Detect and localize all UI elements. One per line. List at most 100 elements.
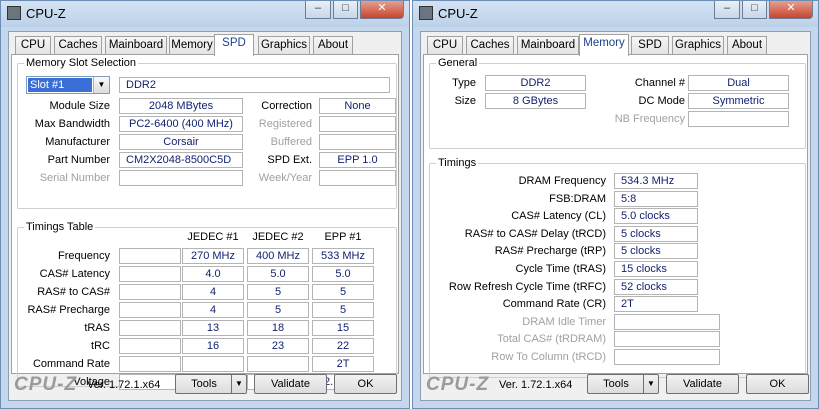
ok-button[interactable]: OK — [746, 374, 809, 394]
cpuz-app-icon — [419, 6, 433, 20]
timing-row-label: CAS# Latency — [39, 268, 110, 280]
timing-value: 52 clocks — [614, 278, 698, 295]
timing-unused-cell — [119, 338, 181, 354]
tab-cpu[interactable]: CPU — [15, 36, 51, 55]
tab-spd[interactable]: SPD — [214, 34, 254, 56]
timing-row-label: tRAS — [84, 322, 110, 334]
timing-row-label: Command Rate (CR) — [502, 298, 606, 311]
column-header: JEDEC #2 — [252, 231, 304, 243]
timing-value: 5:8 — [614, 190, 698, 207]
nb-frequency-label: NB Frequency — [614, 113, 685, 125]
timing-unused-cell — [119, 284, 181, 300]
timing-row-label: Cycle Time (tRAS) — [515, 263, 606, 275]
timing-row-label: Command Rate — [32, 358, 110, 370]
max-bandwidth-label: Max Bandwidth — [34, 118, 110, 130]
timing-cell: 5.0 — [312, 266, 374, 282]
timing-cell: 5 — [312, 284, 374, 300]
timing-row-label: DRAM Idle Timer — [522, 315, 606, 328]
timing-cell: 270 MHz — [182, 248, 244, 264]
part-number-value: CM2X2048-8500C5D — [119, 152, 243, 168]
registered-value — [319, 116, 396, 132]
minimize-button[interactable]: – — [714, 1, 740, 19]
size-value: 8 GBytes — [485, 93, 586, 109]
maximize-button[interactable]: □ — [333, 1, 358, 19]
timing-unused-cell — [119, 320, 181, 336]
tab-caches[interactable]: Caches — [54, 36, 102, 55]
tab-about[interactable]: About — [313, 36, 353, 55]
week-year-label: Week/Year — [258, 172, 312, 184]
minimize-button[interactable]: – — [305, 1, 331, 19]
module-size-value: 2048 MBytes — [119, 98, 243, 114]
chevron-down-icon[interactable]: ▼ — [643, 375, 658, 393]
correction-label: Correction — [261, 100, 312, 112]
channel-label: Channel # — [634, 77, 685, 89]
tab-caches[interactable]: Caches — [466, 36, 514, 55]
tab-cpu[interactable]: CPU — [427, 36, 463, 55]
chevron-down-icon[interactable]: ▼ — [231, 375, 246, 393]
group-label: Timings — [436, 157, 479, 169]
title-bar[interactable]: CPU-Z – □ ✕ — [1, 1, 409, 27]
timings-group: Timings DRAM Frequency 534.3 MHz FSB:DRAM 5… — [429, 157, 806, 378]
tools-button[interactable]: Tools ▼ — [175, 374, 247, 394]
spd-panel: Memory Slot Selection Slot #1 ▼ DDR2 Mod… — [11, 54, 399, 390]
validate-button[interactable]: Validate — [666, 374, 739, 394]
window-title: CPU-Z — [438, 6, 478, 21]
close-button[interactable]: ✕ — [769, 1, 813, 19]
cpuz-window-spd: CPU-Z – □ ✕ CPU Caches Mainboard Memory … — [0, 0, 410, 409]
buffered-value — [319, 134, 396, 150]
timing-cell: 22 — [312, 338, 374, 354]
maximize-button[interactable]: □ — [742, 1, 767, 19]
timing-value: 15 clocks — [614, 261, 698, 277]
close-button[interactable]: ✕ — [360, 1, 404, 19]
timing-cell: 23 — [247, 338, 309, 354]
timing-value: 5.0 clocks — [614, 208, 698, 225]
timing-cell: 533 MHz — [312, 248, 374, 264]
tab-graphics[interactable]: Graphics — [258, 36, 310, 55]
tools-label: Tools — [603, 378, 629, 390]
ok-button[interactable]: OK — [334, 374, 397, 394]
cpuz-logo: CPU-Z — [14, 374, 78, 395]
tab-graphics[interactable]: Graphics — [672, 36, 724, 55]
timing-unused-cell — [119, 302, 181, 318]
tab-spd[interactable]: SPD — [631, 36, 669, 55]
manufacturer-label: Manufacturer — [45, 136, 110, 148]
timing-cell: 18 — [247, 320, 309, 336]
title-bar[interactable]: CPU-Z – □ ✕ — [413, 1, 818, 27]
window-title: CPU-Z — [26, 6, 66, 21]
timing-cell: 5.0 — [247, 266, 309, 282]
tab-memory[interactable]: Memory — [169, 36, 215, 55]
spd-ext-value: EPP 1.0 — [319, 152, 396, 168]
group-label: Memory Slot Selection — [24, 57, 139, 69]
timings-table-group: Timings Table JEDEC #1 JEDEC #2 EPP #1 F… — [17, 221, 397, 390]
column-header: JEDEC #1 — [187, 231, 239, 243]
tab-about[interactable]: About — [727, 36, 767, 55]
memory-panel: General Type DDR2 Channel # Dual Size 8 … — [423, 54, 808, 378]
tab-memory[interactable]: Memory — [579, 34, 629, 56]
timing-cell: 15 — [312, 320, 374, 336]
size-label: Size — [454, 95, 476, 107]
cpuz-app-icon — [7, 6, 21, 20]
general-group: General Type DDR2 Channel # Dual Size 8 … — [429, 57, 806, 149]
column-header: EPP #1 — [324, 231, 362, 243]
tab-mainboard[interactable]: Mainboard — [517, 36, 579, 55]
manufacturer-value: Corsair — [119, 134, 243, 150]
timing-row-label: Frequency — [58, 250, 110, 262]
part-number-label: Part Number — [47, 154, 110, 166]
footer-bar: CPU-Z Ver. 1.72.1.x64 Tools ▼ Validate O… — [421, 370, 810, 400]
timing-cell: 5 — [312, 302, 374, 318]
validate-button[interactable]: Validate — [254, 374, 327, 394]
timing-row-label: DRAM Frequency — [518, 175, 606, 187]
tools-button[interactable]: Tools ▼ — [587, 374, 659, 394]
serial-number-value — [119, 170, 243, 186]
timing-row-label: CAS# Latency (CL) — [511, 210, 606, 223]
timing-value: 534.3 MHz — [614, 173, 698, 189]
timing-row-label: RAS# Precharge (tRP) — [494, 245, 606, 258]
timing-cell: 13 — [182, 320, 244, 336]
tab-mainboard[interactable]: Mainboard — [105, 36, 167, 55]
spd-ext-label: SPD Ext. — [267, 154, 312, 166]
slot-select[interactable]: Slot #1 ▼ — [26, 76, 110, 94]
timing-row-label: Row Refresh Cycle Time (tRFC) — [448, 280, 606, 293]
chevron-down-icon: ▼ — [93, 77, 109, 93]
module-size-label: Module Size — [49, 100, 110, 112]
timing-cell: 4.0 — [182, 266, 244, 282]
